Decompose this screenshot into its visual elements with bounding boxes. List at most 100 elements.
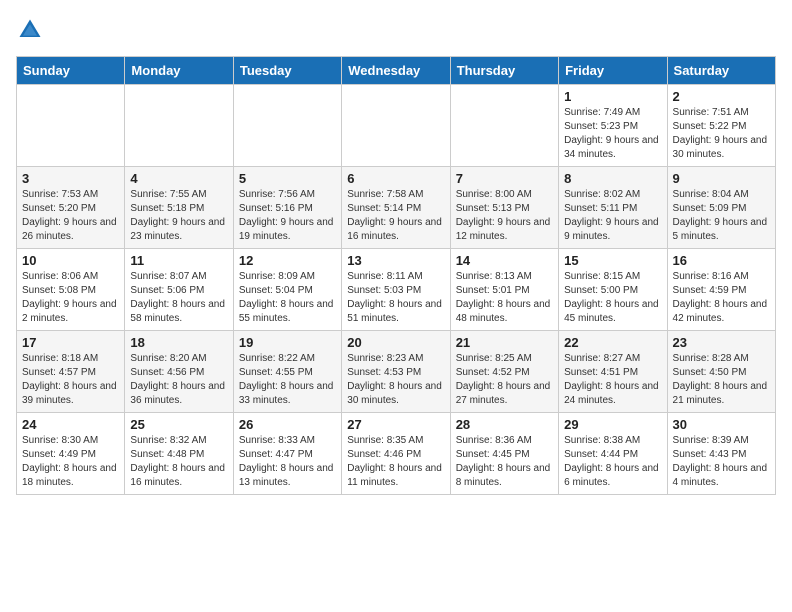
day-info: Sunrise: 7:56 AM Sunset: 5:16 PM Dayligh… — [239, 188, 336, 244]
logo-icon — [16, 16, 44, 44]
calendar-cell: 1 Sunrise: 7:49 AM Sunset: 5:23 PM Daylig… — [559, 85, 667, 167]
day-number: 28 — [456, 417, 553, 432]
calendar-cell: 15Sunrise: 8:15 AM Sunset: 5:00 PM Dayli… — [559, 249, 667, 331]
day-header-thursday: Thursday — [450, 57, 558, 85]
day-info: Sunrise: 8:23 AM Sunset: 4:53 PM Dayligh… — [347, 352, 444, 408]
day-number: 24 — [22, 417, 119, 432]
day-number: 12 — [239, 253, 336, 268]
day-number: 30 — [673, 417, 770, 432]
day-info: Sunrise: 7:51 AM Sunset: 5:22 PM Dayligh… — [673, 106, 770, 162]
calendar-cell: 20 Sunrise: 8:23 AM Sunset: 4:53 PM Dayli… — [342, 331, 450, 413]
week-row-1: 1 Sunrise: 7:49 AM Sunset: 5:23 PM Daylig… — [17, 85, 776, 167]
day-number: 17 — [22, 335, 119, 350]
day-info: Sunrise: 8:27 AM Sunset: 4:51 PM Dayligh… — [564, 352, 661, 408]
day-number: 13 — [347, 253, 444, 268]
week-row-3: 10 Sunrise: 8:06 AM Sunset: 5:08 PM Dayli… — [17, 249, 776, 331]
day-number: 18 — [130, 335, 227, 350]
day-header-friday: Friday — [559, 57, 667, 85]
day-header-monday: Monday — [125, 57, 233, 85]
day-info: Sunrise: 8:15 AM Sunset: 5:00 PM Dayligh… — [564, 270, 661, 326]
day-info: Sunrise: 8:06 AM Sunset: 5:08 PM Dayligh… — [22, 270, 119, 326]
day-number: 29 — [564, 417, 661, 432]
calendar-cell: 28 Sunrise: 8:36 AM Sunset: 4:45 PM Dayli… — [450, 413, 558, 495]
day-number: 23 — [673, 335, 770, 350]
calendar-cell: 29 Sunrise: 8:38 AM Sunset: 4:44 PM Dayli… — [559, 413, 667, 495]
day-number: 20 — [347, 335, 444, 350]
day-number: 19 — [239, 335, 336, 350]
calendar-cell — [342, 85, 450, 167]
calendar-cell: 17 Sunrise: 8:18 AM Sunset: 4:57 PM Dayli… — [17, 331, 125, 413]
calendar-cell: 6 Sunrise: 7:58 AM Sunset: 5:14 PM Daylig… — [342, 167, 450, 249]
calendar-cell: 3Sunrise: 7:53 AM Sunset: 5:20 PM Daylig… — [17, 167, 125, 249]
logo — [16, 16, 48, 44]
day-info: Sunrise: 8:16 AM Sunset: 4:59 PM Dayligh… — [673, 270, 770, 326]
day-info: Sunrise: 8:39 AM Sunset: 4:43 PM Dayligh… — [673, 434, 770, 490]
day-info: Sunrise: 8:22 AM Sunset: 4:55 PM Dayligh… — [239, 352, 336, 408]
day-info: Sunrise: 8:11 AM Sunset: 5:03 PM Dayligh… — [347, 270, 444, 326]
day-header-wednesday: Wednesday — [342, 57, 450, 85]
day-number: 22 — [564, 335, 661, 350]
day-info: Sunrise: 7:58 AM Sunset: 5:14 PM Dayligh… — [347, 188, 444, 244]
day-info: Sunrise: 8:25 AM Sunset: 4:52 PM Dayligh… — [456, 352, 553, 408]
day-info: Sunrise: 7:49 AM Sunset: 5:23 PM Dayligh… — [564, 106, 661, 162]
calendar-cell — [17, 85, 125, 167]
day-number: 25 — [130, 417, 227, 432]
calendar-cell: 18 Sunrise: 8:20 AM Sunset: 4:56 PM Dayli… — [125, 331, 233, 413]
day-info: Sunrise: 8:33 AM Sunset: 4:47 PM Dayligh… — [239, 434, 336, 490]
calendar-cell: 4Sunrise: 7:55 AM Sunset: 5:18 PM Daylig… — [125, 167, 233, 249]
day-info: Sunrise: 8:30 AM Sunset: 4:49 PM Dayligh… — [22, 434, 119, 490]
day-info: Sunrise: 8:18 AM Sunset: 4:57 PM Dayligh… — [22, 352, 119, 408]
calendar-cell: 7 Sunrise: 8:00 AM Sunset: 5:13 PM Daylig… — [450, 167, 558, 249]
day-info: Sunrise: 8:04 AM Sunset: 5:09 PM Dayligh… — [673, 188, 770, 244]
week-row-5: 24 Sunrise: 8:30 AM Sunset: 4:49 PM Dayli… — [17, 413, 776, 495]
day-info: Sunrise: 8:35 AM Sunset: 4:46 PM Dayligh… — [347, 434, 444, 490]
day-number: 4 — [130, 171, 227, 186]
calendar-cell: 23 Sunrise: 8:28 AM Sunset: 4:50 PM Dayli… — [667, 331, 775, 413]
calendar-cell — [233, 85, 341, 167]
day-info: Sunrise: 8:20 AM Sunset: 4:56 PM Dayligh… — [130, 352, 227, 408]
calendar-cell: 19 Sunrise: 8:22 AM Sunset: 4:55 PM Dayli… — [233, 331, 341, 413]
week-row-4: 17 Sunrise: 8:18 AM Sunset: 4:57 PM Dayli… — [17, 331, 776, 413]
calendar-cell: 10 Sunrise: 8:06 AM Sunset: 5:08 PM Dayli… — [17, 249, 125, 331]
calendar-cell: 5 Sunrise: 7:56 AM Sunset: 5:16 PM Daylig… — [233, 167, 341, 249]
day-number: 1 — [564, 89, 661, 104]
calendar-cell: 2 Sunrise: 7:51 AM Sunset: 5:22 PM Daylig… — [667, 85, 775, 167]
day-number: 21 — [456, 335, 553, 350]
day-number: 10 — [22, 253, 119, 268]
calendar-cell: 22 Sunrise: 8:27 AM Sunset: 4:51 PM Dayli… — [559, 331, 667, 413]
day-number: 5 — [239, 171, 336, 186]
page-header — [16, 16, 776, 44]
calendar-cell: 14 Sunrise: 8:13 AM Sunset: 5:01 PM Dayli… — [450, 249, 558, 331]
day-header-sunday: Sunday — [17, 57, 125, 85]
day-info: Sunrise: 8:38 AM Sunset: 4:44 PM Dayligh… — [564, 434, 661, 490]
day-number: 9 — [673, 171, 770, 186]
day-info: Sunrise: 8:13 AM Sunset: 5:01 PM Dayligh… — [456, 270, 553, 326]
calendar-cell: 27 Sunrise: 8:35 AM Sunset: 4:46 PM Dayli… — [342, 413, 450, 495]
day-number: 2 — [673, 89, 770, 104]
day-info: Sunrise: 8:28 AM Sunset: 4:50 PM Dayligh… — [673, 352, 770, 408]
day-info: Sunrise: 8:00 AM Sunset: 5:13 PM Dayligh… — [456, 188, 553, 244]
day-number: 26 — [239, 417, 336, 432]
calendar-cell: 26 Sunrise: 8:33 AM Sunset: 4:47 PM Dayli… — [233, 413, 341, 495]
day-info: Sunrise: 8:32 AM Sunset: 4:48 PM Dayligh… — [130, 434, 227, 490]
day-info: Sunrise: 8:36 AM Sunset: 4:45 PM Dayligh… — [456, 434, 553, 490]
day-info: Sunrise: 8:02 AM Sunset: 5:11 PM Dayligh… — [564, 188, 661, 244]
calendar-table: SundayMondayTuesdayWednesdayThursdayFrid… — [16, 56, 776, 495]
day-header-tuesday: Tuesday — [233, 57, 341, 85]
day-number: 6 — [347, 171, 444, 186]
calendar-cell — [125, 85, 233, 167]
day-number: 8 — [564, 171, 661, 186]
day-number: 11 — [130, 253, 227, 268]
calendar-cell: 11Sunrise: 8:07 AM Sunset: 5:06 PM Dayli… — [125, 249, 233, 331]
day-number: 7 — [456, 171, 553, 186]
week-row-2: 3Sunrise: 7:53 AM Sunset: 5:20 PM Daylig… — [17, 167, 776, 249]
calendar-cell: 30 Sunrise: 8:39 AM Sunset: 4:43 PM Dayli… — [667, 413, 775, 495]
day-number: 14 — [456, 253, 553, 268]
day-info: Sunrise: 8:09 AM Sunset: 5:04 PM Dayligh… — [239, 270, 336, 326]
day-number: 27 — [347, 417, 444, 432]
calendar-cell: 25 Sunrise: 8:32 AM Sunset: 4:48 PM Dayli… — [125, 413, 233, 495]
day-header-saturday: Saturday — [667, 57, 775, 85]
calendar-cell: 8 Sunrise: 8:02 AM Sunset: 5:11 PM Daylig… — [559, 167, 667, 249]
calendar-cell: 12 Sunrise: 8:09 AM Sunset: 5:04 PM Dayli… — [233, 249, 341, 331]
days-header-row: SundayMondayTuesdayWednesdayThursdayFrid… — [17, 57, 776, 85]
